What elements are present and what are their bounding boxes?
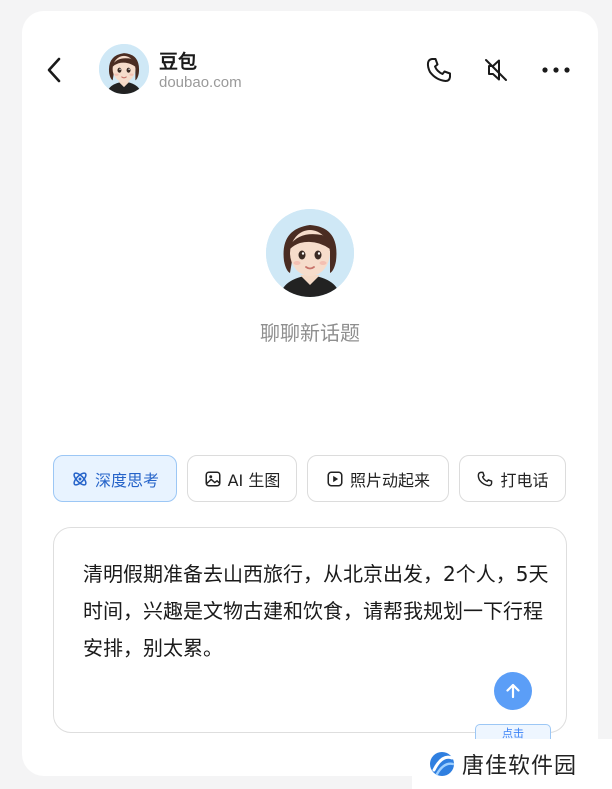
message-input[interactable]: 清明假期准备去山西旅行，从北京出发，2个人，5天时间，兴趣是文物古建和饮食，请帮… xyxy=(53,527,567,740)
chip-label: 深度思考 xyxy=(94,470,159,490)
message-input-text[interactable]: 清明假期准备去山西旅行，从北京出发，2个人，5天时间，兴趣是文物古建和饮食，请帮… xyxy=(83,556,553,667)
image-icon xyxy=(205,470,221,487)
back-button[interactable] xyxy=(42,55,68,85)
arrow-up-icon xyxy=(506,683,520,699)
atom-icon xyxy=(73,471,87,486)
chat-header: 豆包 doubao.com xyxy=(22,11,598,121)
assistant-avatar-large xyxy=(266,209,354,297)
new-topic-label: 聊聊新话题 xyxy=(260,321,360,345)
chip-label: 打电话 xyxy=(500,470,549,490)
chip-deep-thinking[interactable]: 深度思考 xyxy=(53,455,177,502)
mute-button[interactable] xyxy=(481,55,511,85)
chip-ai-image[interactable]: AI 生图 xyxy=(187,455,297,502)
phone-icon xyxy=(478,471,493,486)
play-icon xyxy=(327,470,343,487)
more-button[interactable] xyxy=(540,55,570,85)
send-button[interactable] xyxy=(494,672,532,710)
chip-animate-photo[interactable]: 照片动起来 xyxy=(307,455,449,502)
chip-label: AI 生图 xyxy=(227,470,281,490)
speaker-mute-icon xyxy=(485,59,507,81)
watermark: 唐佳软件园 xyxy=(412,739,612,789)
site-logo-icon xyxy=(430,752,455,776)
phone-icon xyxy=(426,58,451,82)
chat-subtitle: doubao.com xyxy=(159,74,242,91)
call-button[interactable] xyxy=(424,55,454,85)
chat-window: 豆包 doubao.com 聊聊新话题 深度思考 AI 生图 照片动起来 打电话… xyxy=(22,11,598,776)
watermark-text: 唐佳软件园 xyxy=(462,754,578,779)
doubao-avatar-icon xyxy=(99,44,149,94)
chip-phone-call[interactable]: 打电话 xyxy=(459,455,566,502)
chip-label: 照片动起来 xyxy=(349,470,430,490)
send-tooltip: 点击 xyxy=(475,724,551,740)
chat-title: 豆包 xyxy=(159,51,198,73)
avatar[interactable] xyxy=(99,44,149,94)
more-horizontal-icon xyxy=(542,67,570,73)
doubao-avatar-icon xyxy=(266,209,354,297)
chevron-left-icon xyxy=(47,57,61,83)
